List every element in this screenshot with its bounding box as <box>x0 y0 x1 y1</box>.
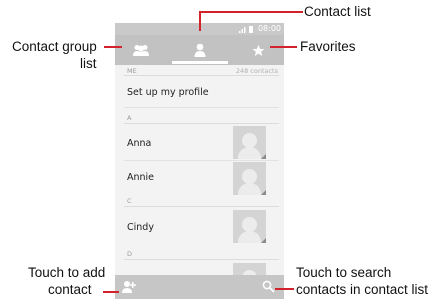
callout-add-contact: Touch to add <box>28 265 106 280</box>
contact-item-anna[interactable]: Anna <box>127 138 151 149</box>
callout-contact-group-2: list <box>80 56 97 71</box>
bottom-bar <box>115 275 284 299</box>
setup-profile-item[interactable]: Set up my profile <box>127 87 209 98</box>
callout-line <box>104 46 122 48</box>
callout-add-contact-2: contact <box>48 282 92 297</box>
phone-screen: 08:00 ME 248 contacts Set up my profile … <box>115 23 284 299</box>
search-button[interactable] <box>262 280 275 298</box>
divider <box>124 259 279 260</box>
callout-line <box>199 11 201 31</box>
section-me: ME <box>127 67 137 75</box>
divider <box>124 160 279 161</box>
callout-line <box>103 291 119 293</box>
add-contact-button[interactable] <box>121 279 137 299</box>
callout-line <box>199 11 303 13</box>
section-header-a: A <box>127 114 132 122</box>
section-header-c: C <box>127 197 132 205</box>
divider <box>124 75 279 76</box>
search-icon <box>262 280 275 293</box>
add-contact-icon <box>122 281 136 293</box>
status-time: 08:00 <box>257 24 281 33</box>
contact-photo[interactable] <box>233 162 266 195</box>
callout-line <box>270 46 297 48</box>
divider <box>124 206 279 207</box>
section-header-d: D <box>127 250 133 258</box>
signal-battery-icons <box>239 25 257 35</box>
contact-item-annie[interactable]: Annie <box>127 172 154 183</box>
star-icon <box>252 44 264 56</box>
callout-search-2: contacts in contact list <box>296 282 429 297</box>
callout-line <box>275 288 294 290</box>
tab-favorites[interactable] <box>232 35 284 65</box>
tab-contact-group[interactable] <box>115 35 167 65</box>
callout-contact-list: Contact list <box>304 4 371 19</box>
divider <box>124 123 279 124</box>
contact-photo[interactable] <box>233 210 266 243</box>
person-icon <box>194 43 206 57</box>
battery-icon <box>249 26 253 33</box>
signal-icon <box>239 26 253 33</box>
divider <box>124 107 279 108</box>
contact-item-cindy[interactable]: Cindy <box>127 222 154 233</box>
contact-photo[interactable] <box>233 126 266 159</box>
active-tab-indicator <box>172 61 228 64</box>
callout-contact-group: Contact group <box>12 39 97 54</box>
contact-count: 248 contacts <box>235 67 278 75</box>
group-icon <box>133 45 149 56</box>
callout-search: Touch to search <box>296 265 392 280</box>
callout-favorites: Favorites <box>300 39 356 54</box>
